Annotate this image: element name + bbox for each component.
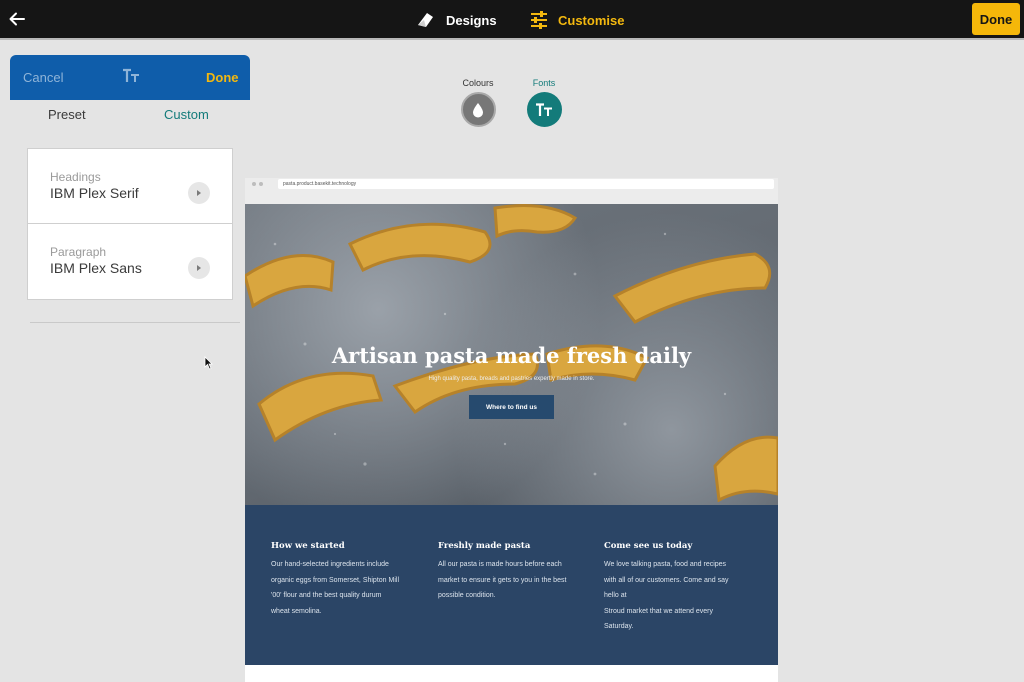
fonts-label: Fonts [532,78,556,88]
info-section: How we started Our hand-selected ingredi… [245,505,778,665]
arrow-left-icon [9,12,25,26]
droplet-icon [473,102,483,117]
colours-option[interactable]: Colours [448,78,508,127]
headings-font-row[interactable]: Headings IBM Plex Serif [28,149,232,224]
colours-label: Colours [462,78,494,88]
tab-customise-label: Customise [558,12,625,28]
hero-subtitle: High quality pasta, breads and pastries … [428,376,595,382]
text-line: organic eggs from Somerset, Shipton Mill [271,576,399,584]
url-bar: pasta.product.basekit.technology [278,179,774,189]
text-line: Saturday. [604,623,634,630]
column-text: We love talking pasta, food and recipes … [604,557,756,635]
headings-label: Headings [50,170,101,184]
column-text: All our pasta is made hours before each … [438,557,590,604]
designs-icon [418,13,433,27]
text-size-icon [123,68,139,82]
font-list: Headings IBM Plex Serif Paragraph IBM Pl… [27,148,233,300]
tab-custom[interactable]: Custom [164,107,209,122]
sliders-icon [531,11,547,29]
text-line: hello at [604,592,627,599]
tab-designs[interactable]: Designs [416,8,497,32]
cancel-button[interactable]: Cancel [23,70,63,85]
browser-bar: pasta.product.basekit.technology [245,178,778,204]
divider [30,322,240,323]
info-column: Come see us today We love talking pasta,… [604,541,756,635]
text-line: possible condition. [438,592,496,599]
colours-button[interactable] [460,92,496,127]
mouse-cursor-icon [204,356,213,370]
paragraph-font-row[interactable]: Paragraph IBM Plex Sans [28,224,232,299]
text-line: All our pasta is made hours before each [438,561,562,568]
text-line: Our hand-selected ingredients include [271,561,389,568]
text-line: Stroud market that we attend every [604,607,713,615]
column-heading: Freshly made pasta [438,541,531,551]
panel-header: Cancel Done [10,55,250,100]
tab-preset[interactable]: Preset [48,107,86,122]
info-column: Freshly made pasta All our pasta is made… [438,541,590,604]
tab-customise[interactable]: Customise [530,8,624,32]
hero-section: Artisan pasta made fresh daily High qual… [245,204,778,505]
chevron-right-icon[interactable] [188,257,210,279]
website-preview: pasta.product.basekit.technology Artisan… [245,178,778,682]
done-button[interactable]: Done [972,3,1020,35]
column-text: Our hand-selected ingredients include or… [271,557,423,619]
text-line: wheat semolina. [271,607,322,615]
info-column: How we started Our hand-selected ingredi… [271,541,423,619]
column-heading: How we started [271,541,345,551]
tab-designs-label: Designs [446,12,497,28]
fonts-button[interactable] [526,92,562,127]
paragraph-label: Paragraph [50,245,107,259]
text-line: with all of our customers. Come and say [604,576,729,584]
window-dots [252,182,263,186]
back-button[interactable] [6,8,28,30]
where-to-find-us-button[interactable]: Where to find us [469,395,554,419]
headings-font-value: IBM Plex Serif [50,185,139,201]
text-size-icon [536,102,552,116]
panel-done-button[interactable]: Done [206,70,239,85]
chevron-right-icon[interactable] [188,182,210,204]
paragraph-font-value: IBM Plex Sans [50,260,142,276]
text-line: market to ensure it gets to you in the b… [438,576,567,584]
fonts-option[interactable]: Fonts [514,78,574,127]
text-line: We love talking pasta, food and recipes [604,561,727,568]
text-line: '00' flour and the best quality durum [271,592,382,599]
column-heading: Come see us today [604,541,693,551]
top-bar: Designs Customise Done [0,0,1024,40]
hero-title: Artisan pasta made fresh daily [331,343,692,368]
